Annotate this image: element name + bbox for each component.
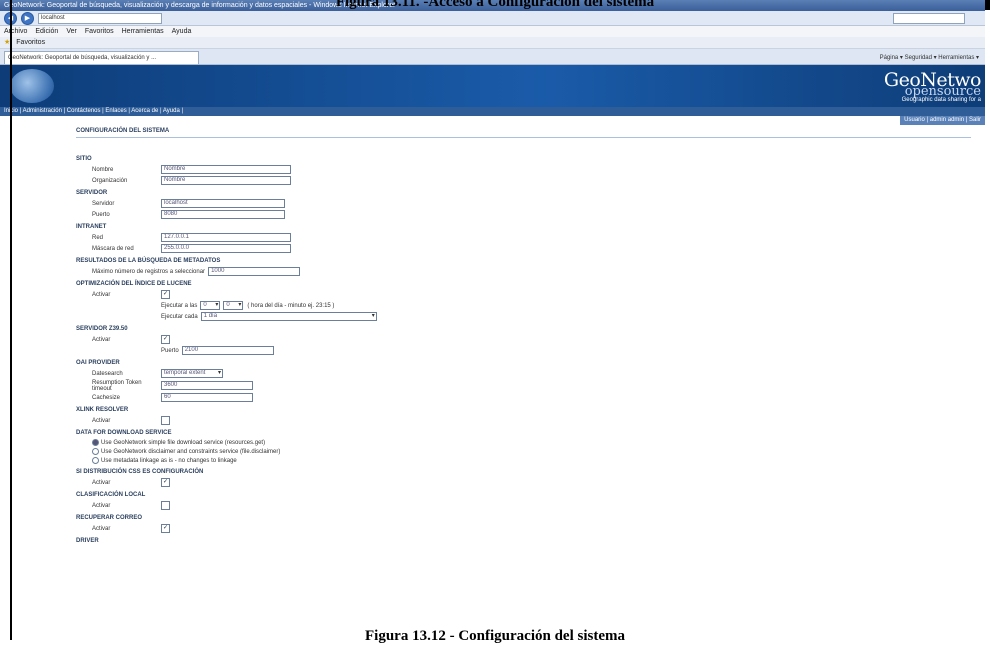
section-driver: DRIVER — [76, 538, 99, 544]
screenshot-frame: GeoNetwork: Geoportal de búsqueda, visua… — [0, 0, 990, 640]
section-download: DATA FOR DOWNLOAD SERVICE — [76, 430, 172, 436]
lucene-runat-label: Ejecutar a las — [161, 302, 198, 309]
download-option-3-radio[interactable] — [92, 457, 99, 464]
oai-datestamp-select[interactable]: temporal extent — [161, 369, 223, 378]
section-oai: OAI PROVIDER — [76, 360, 120, 366]
oai-token-label: Resumption Token timeout — [92, 379, 142, 392]
download-option-2-label: Use GeoNetwork disclaimer and constraint… — [101, 448, 281, 455]
section-site: SITIO — [76, 156, 92, 162]
figure-caption-bottom: Figura 13.12 - Configuración del sistema — [365, 628, 625, 644]
search-max-input[interactable]: 1000 — [208, 267, 301, 276]
frame-rule-left — [10, 0, 12, 640]
geonetwork-banner: GeoNetwo opensource Geographic data shar… — [0, 65, 985, 107]
menu-item-edicion[interactable]: Edición — [35, 26, 58, 37]
lucene-interval-label: Ejecutar cada — [161, 313, 198, 320]
top-navigation[interactable]: Inicio | Administración | Contáctenos | … — [0, 107, 985, 116]
menu-item-ayuda[interactable]: Ayuda — [172, 26, 192, 37]
intranet-net-input[interactable]: 127.0.0.1 — [161, 233, 291, 242]
oai-cache-input[interactable]: 60 — [161, 393, 253, 402]
intranet-net-label: Red — [92, 234, 104, 241]
search-max-label: Máximo número de registros a seleccionar — [92, 268, 206, 275]
intranet-mask-input[interactable]: 255.0.0.0 — [161, 244, 291, 253]
server-host-input[interactable]: localhost — [161, 199, 285, 208]
clickable-enable-checkbox[interactable]: ✓ — [161, 524, 170, 533]
z3950-enable-label: Activar — [92, 336, 111, 343]
localrating-enable-checkbox[interactable] — [161, 501, 170, 510]
tagline: Geographic data sharing for a — [901, 97, 981, 103]
download-option-3-label: Use metadata linkage as is - no changes … — [101, 457, 237, 464]
menu-item-favoritos[interactable]: Favoritos — [85, 26, 114, 37]
browser-window: GeoNetwork: Geoportal de búsqueda, visua… — [0, 0, 985, 640]
page-title: CONFIGURACIÓN DEL SISTEMA — [76, 125, 971, 138]
oai-datestamp-label: Datesearch — [92, 370, 123, 377]
clickable-enable-label: Activar — [92, 525, 111, 532]
tab-geonetwork[interactable]: GeoNetwork: Geoportal de búsqueda, visua… — [4, 51, 199, 64]
section-clickable: RECUPERAR CORREO — [76, 515, 143, 521]
autofixing-enable-checkbox[interactable]: ✓ — [161, 478, 170, 487]
lucene-hour-select[interactable]: 0 — [200, 301, 221, 310]
lucene-enable-label: Activar — [92, 291, 111, 298]
z3950-enable-checkbox[interactable]: ✓ — [161, 335, 170, 344]
site-name-label: Nombre — [92, 166, 114, 173]
z3950-port-input[interactable]: 2100 — [181, 346, 274, 355]
download-option-2-radio[interactable] — [92, 448, 99, 455]
lucene-interval-select[interactable]: 1 día — [200, 312, 377, 321]
forward-icon[interactable]: ▶ — [21, 11, 34, 25]
globe-icon — [10, 69, 54, 103]
section-autofixing: SI DISTRIBUCIÓN CSS ES CONFIGURACIÓN — [76, 469, 204, 475]
lucene-enable-checkbox[interactable]: ✓ — [161, 290, 170, 299]
favorites-label[interactable]: Favoritos — [16, 37, 45, 48]
favorites-bar: ★ Favoritos — [0, 37, 985, 49]
section-localrating: CLASIFICACIÓN LOCAL — [76, 492, 146, 498]
lucene-minute-select[interactable]: 0 — [223, 301, 244, 310]
command-bar[interactable]: Página ▾ Seguridad ▾ Herramientas ▾ — [880, 52, 979, 64]
section-server: SERVIDOR — [76, 190, 108, 196]
oai-token-input[interactable]: 3600 — [161, 381, 253, 390]
site-org-input[interactable]: Nombre — [161, 176, 291, 185]
menu-item-ver[interactable]: Ver — [66, 26, 77, 37]
download-option-1-label: Use GeoNetwork simple file download serv… — [101, 439, 266, 446]
config-form: CONFIGURACIÓN DEL SISTEMA SITIO Nombre No… — [0, 125, 985, 546]
figure-caption-top: Figura 13.11. -Acceso a Configuración de… — [335, 0, 655, 10]
lucene-runat-hint: ( hora del día - minuto ej. 23:15 ) — [247, 302, 335, 309]
address-bar: ◀ ▶ localhost — [0, 11, 985, 26]
server-port-label: Puerto — [92, 211, 110, 218]
autofixing-enable-label: Activar — [92, 479, 111, 486]
menu-item-herramientas[interactable]: Herramientas — [122, 26, 164, 37]
tab-bar: GeoNetwork: Geoportal de búsqueda, visua… — [0, 49, 985, 65]
section-lucene: OPTIMIZACIÓN DEL ÍNDICE DE LUCENE — [76, 281, 192, 287]
xlink-enable-label: Activar — [92, 417, 111, 424]
localrating-enable-label: Activar — [92, 502, 111, 509]
site-name-input[interactable]: Nombre — [161, 165, 291, 174]
section-intranet: INTRANET — [76, 224, 107, 230]
oai-cache-label: Cachesize — [92, 394, 121, 401]
user-links[interactable]: Usuario | admin admin | Salir — [900, 116, 985, 125]
section-z3950: SERVIDOR Z39.50 — [76, 326, 128, 332]
server-port-input[interactable]: 8080 — [161, 210, 285, 219]
section-search: RESULTADOS DE LA BÚSQUEDA DE METADATOS — [76, 258, 221, 264]
search-input[interactable] — [893, 12, 965, 24]
intranet-mask-label: Máscara de red — [92, 245, 134, 252]
download-option-1-radio[interactable] — [92, 439, 99, 446]
z3950-port-label: Puerto — [161, 347, 179, 354]
menu-bar: Archivo Edición Ver Favoritos Herramient… — [0, 26, 985, 37]
user-navigation: Usuario | admin admin | Salir — [0, 116, 985, 125]
url-input[interactable]: localhost — [38, 12, 162, 24]
menu-item-archivo[interactable]: Archivo — [4, 26, 27, 37]
server-host-label: Servidor — [92, 200, 115, 207]
section-xlink: XLINK RESOLVER — [76, 407, 129, 413]
site-org-label: Organización — [92, 177, 128, 184]
xlink-enable-checkbox[interactable] — [161, 416, 170, 425]
